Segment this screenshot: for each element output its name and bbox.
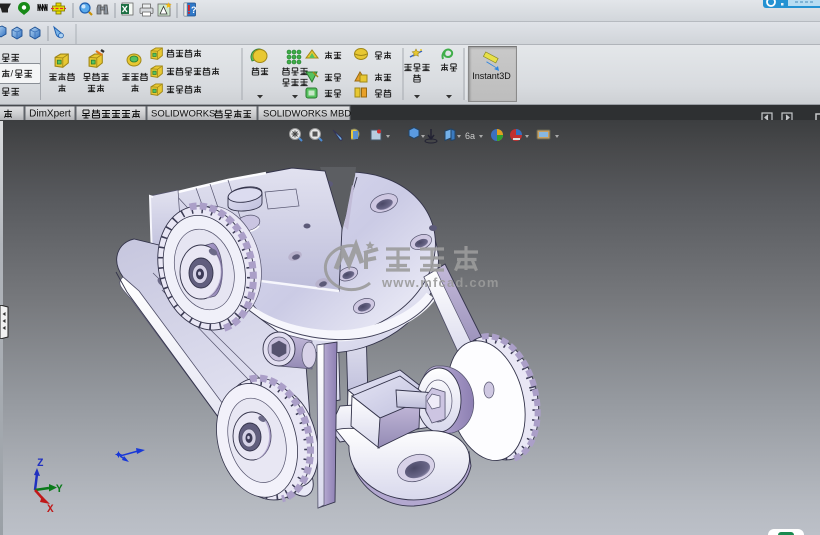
svg-text:Z: Z	[37, 458, 44, 470]
svg-text:Y: Y	[56, 484, 63, 496]
svg-text:www.mfcad.com: www.mfcad.com	[381, 275, 500, 290]
svg-text:X: X	[47, 504, 54, 516]
